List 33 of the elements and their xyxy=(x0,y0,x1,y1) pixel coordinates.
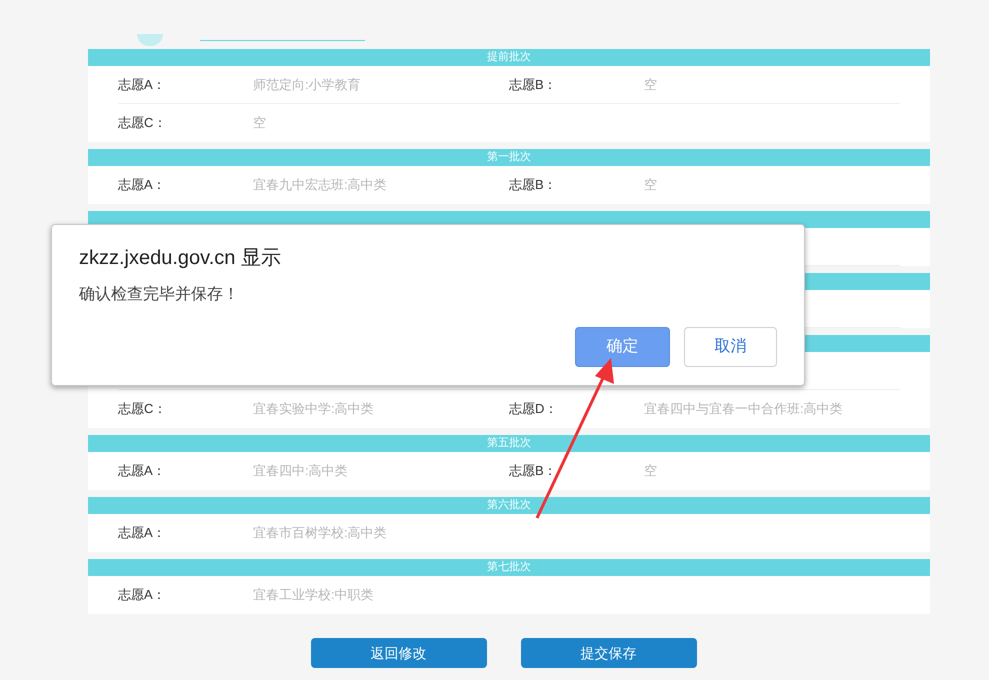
field-label: 志愿A： xyxy=(118,462,167,480)
field-label: 志愿C： xyxy=(118,114,168,132)
field-value: 空 xyxy=(644,462,657,480)
section-title: 提前批次 xyxy=(487,52,531,63)
field-value: 宜春工业学校:中职类 xyxy=(253,586,374,604)
field-label: 志愿B： xyxy=(509,462,558,480)
section-title: 第五批次 xyxy=(487,438,531,449)
field-value: 宜春四中:高中类 xyxy=(253,462,348,480)
field-value: 空 xyxy=(253,114,266,132)
section-title: 第七批次 xyxy=(487,562,531,573)
action-button[interactable]: 提交保存 xyxy=(520,638,696,668)
field-label: 志愿A： xyxy=(118,586,167,604)
field-label: 志愿A： xyxy=(118,76,167,94)
dialog-button[interactable]: 确定 xyxy=(575,327,670,367)
field-label: 志愿C： xyxy=(118,400,168,418)
field-label: 志愿B： xyxy=(509,176,558,194)
field-label: 志愿A： xyxy=(118,176,167,194)
dialog-button[interactable]: 取消 xyxy=(684,327,777,367)
field-value: 宜春四中与宜春一中合作班:高中类 xyxy=(644,400,843,418)
section-title: 第六批次 xyxy=(487,500,531,511)
action-button[interactable]: 返回修改 xyxy=(310,638,486,668)
field-value: 师范定向:小学教育 xyxy=(253,76,361,94)
field-value: 宜春实验中学:高中类 xyxy=(253,400,374,418)
field-value: 空 xyxy=(644,76,657,94)
field-label: 志愿B： xyxy=(509,76,558,94)
dialog-title: zkzz.jxedu.gov.cn 显示 xyxy=(79,246,282,271)
field-value: 宜春九中宏志班:高中类 xyxy=(253,176,387,194)
field-value: 宜春市百树学校:高中类 xyxy=(253,524,387,542)
dialog-message: 确认检查完毕并保存！ xyxy=(79,284,240,305)
field-label: 志愿A： xyxy=(118,524,167,542)
field-label: 志愿D： xyxy=(509,400,558,418)
section-title: 第一批次 xyxy=(487,152,531,163)
field-value: 空 xyxy=(644,176,657,194)
